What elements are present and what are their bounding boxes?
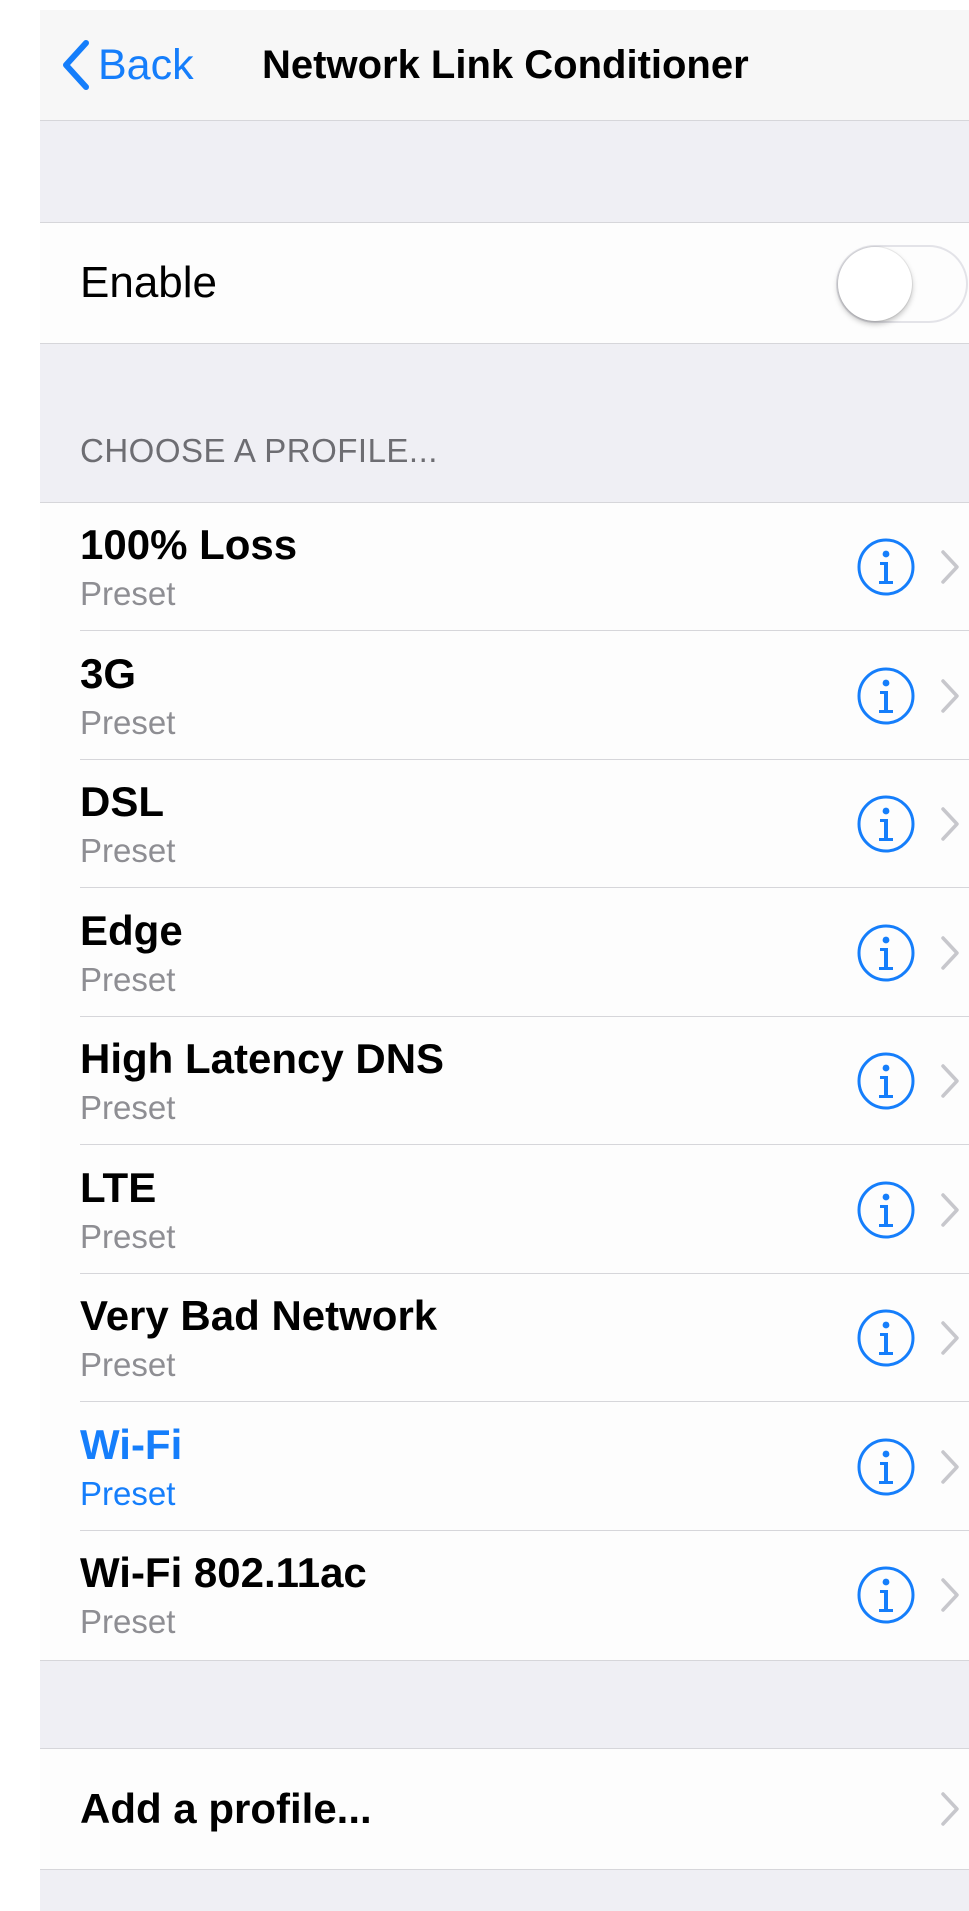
profile-title: Wi-Fi — [80, 1420, 183, 1468]
profile-row[interactable]: Wi-Fi 802.11ac Preset — [40, 1531, 969, 1659]
profile-subtitle: Preset — [80, 832, 176, 869]
toggle-knob — [838, 247, 912, 321]
chevron-right-icon — [941, 935, 959, 970]
add-profile-label: Add a profile... — [80, 1785, 372, 1832]
profile-subtitle: Preset — [80, 1474, 176, 1512]
profile-row[interactable]: 3G Preset — [40, 632, 969, 760]
info-icon[interactable] — [856, 666, 916, 726]
info-icon[interactable] — [856, 537, 916, 597]
back-label: Back — [98, 40, 194, 89]
profile-row[interactable]: Edge Preset — [40, 889, 969, 1017]
enable-toggle[interactable] — [836, 245, 968, 323]
info-icon[interactable] — [856, 923, 916, 983]
profile-row[interactable]: 100% Loss Preset — [40, 503, 969, 631]
profile-row[interactable]: Very Bad Network Preset — [40, 1274, 969, 1402]
chevron-left-icon — [63, 40, 89, 90]
profile-subtitle: Preset — [80, 575, 176, 612]
section-header-profiles: CHOOSE A PROFILE... — [80, 432, 438, 469]
profile-subtitle: Preset — [80, 960, 176, 998]
chevron-right-icon — [941, 1192, 959, 1227]
info-icon[interactable] — [856, 1308, 916, 1368]
enable-cell: Enable — [40, 222, 969, 344]
profile-title: 3G — [80, 649, 137, 697]
profile-title: Very Bad Network — [80, 1292, 438, 1339]
profile-subtitle: Preset — [80, 1603, 176, 1640]
chevron-right-icon — [941, 1321, 959, 1355]
chevron-right-icon — [941, 678, 959, 713]
enable-label: Enable — [80, 258, 218, 307]
profile-row[interactable]: LTE Preset — [40, 1146, 969, 1274]
profile-row[interactable]: High Latency DNS Preset — [40, 1017, 969, 1145]
profile-row[interactable]: Wi-Fi Preset — [40, 1403, 969, 1531]
info-icon[interactable] — [856, 794, 916, 854]
profile-title: LTE — [80, 1163, 157, 1211]
profile-title: Wi-Fi 802.11ac — [80, 1549, 367, 1596]
profile-title: 100% Loss — [80, 521, 298, 568]
chevron-right-icon — [941, 1578, 959, 1612]
profile-subtitle: Preset — [80, 1217, 176, 1255]
info-icon[interactable] — [856, 1565, 916, 1625]
profile-subtitle: Preset — [80, 1089, 176, 1126]
profile-row[interactable]: DSL Preset — [40, 760, 969, 888]
profile-title: Edge — [80, 906, 183, 954]
profile-subtitle: Preset — [80, 1346, 176, 1383]
info-icon[interactable] — [856, 1437, 916, 1497]
page-title: Network Link Conditioner — [262, 43, 749, 87]
back-button[interactable]: Back — [62, 32, 194, 98]
chevron-right-icon — [941, 1064, 959, 1098]
navigation-bar: Back Network Link Conditioner — [40, 10, 969, 121]
profile-title: DSL — [80, 778, 164, 825]
profile-title: High Latency DNS — [80, 1035, 445, 1082]
settings-screen: Back Network Link Conditioner Enable CHO… — [40, 10, 969, 1911]
info-icon[interactable] — [856, 1180, 916, 1240]
chevron-right-icon — [941, 807, 959, 841]
add-profile-cell[interactable]: Add a profile... — [40, 1748, 969, 1870]
profile-subtitle: Preset — [80, 703, 176, 741]
chevron-right-icon — [941, 550, 959, 584]
chevron-right-icon — [941, 1449, 959, 1484]
profile-list: 100% Loss Preset 3G Preset DSL Preset Edge Pres… — [40, 502, 969, 1661]
chevron-right-icon — [941, 1792, 959, 1826]
info-icon[interactable] — [856, 1051, 916, 1111]
